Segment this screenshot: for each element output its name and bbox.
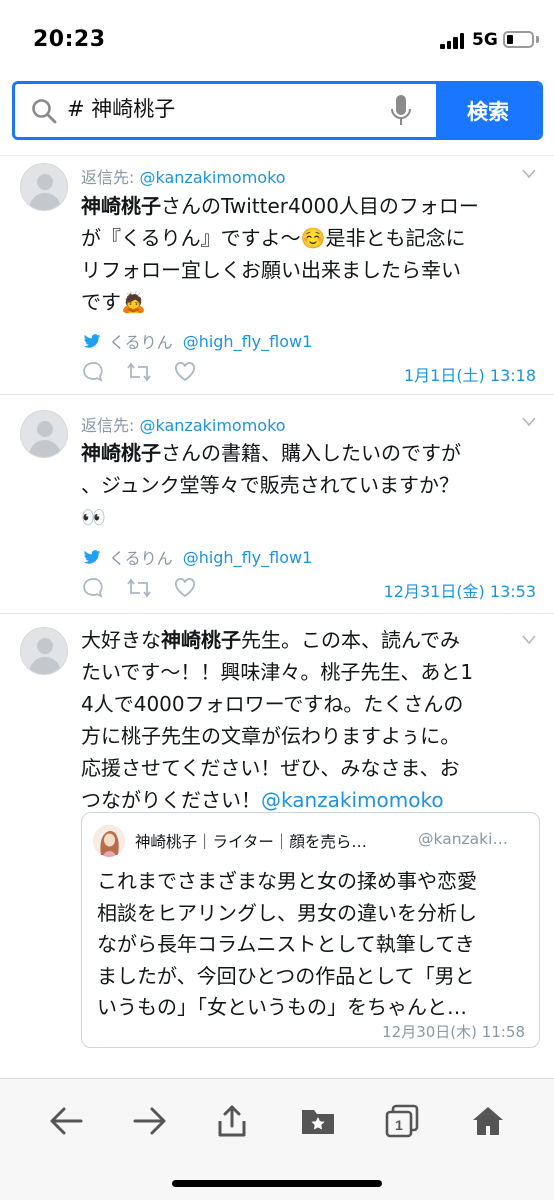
arrow-left-icon bbox=[50, 1107, 83, 1135]
retweet-icon[interactable] bbox=[126, 577, 152, 599]
reply-icon[interactable] bbox=[82, 361, 104, 383]
twitter-bird-icon bbox=[83, 549, 101, 564]
search-input[interactable] bbox=[67, 96, 367, 120]
search-field[interactable] bbox=[15, 84, 436, 137]
reply-to-label: 返信先: bbox=[81, 168, 140, 187]
quoted-tweet[interactable]: 神崎桃子｜ライター｜顔を売ら… @kanzaki… これまでさまざまな男と女の揉… bbox=[81, 812, 540, 1048]
text-line: 大好きな bbox=[81, 628, 161, 652]
bookmark-folder-icon bbox=[302, 1110, 334, 1134]
text-line: 応援させてください！ぜひ、みなさま、お bbox=[81, 756, 460, 780]
quoted-text: これまでさまざまな男と女の揉め事や恋愛 相談をヒアリングし、男女の違いを分析し … bbox=[97, 866, 527, 1024]
avatar[interactable] bbox=[20, 163, 68, 211]
search-icon bbox=[32, 99, 57, 124]
tweet[interactable]: 大好きな神崎桃子先生。この本、読んでみ たいです〜！！興味津々。桃子先生、あと1… bbox=[0, 615, 554, 1078]
via-retweeter[interactable]: くるりん @high_fly_flow1 bbox=[83, 545, 312, 569]
quoted-author-name[interactable]: 神崎桃子｜ライター｜顔を売ら… bbox=[135, 830, 367, 852]
reply-to: 返信先: @kanzakimomoko bbox=[81, 164, 286, 188]
via-name: くるりん bbox=[109, 549, 173, 568]
reply-to: 返信先: @kanzakimomoko bbox=[81, 412, 286, 436]
text-line: これまでさまざまな男と女の揉め事や恋愛 bbox=[97, 869, 477, 893]
text-line: たいです〜！！興味津々。桃子先生、あと1 bbox=[81, 660, 474, 684]
text-line: さんの書籍、購入したいのですが bbox=[161, 441, 461, 465]
share-button[interactable] bbox=[210, 1099, 254, 1143]
network-label: 5G bbox=[472, 30, 498, 50]
forward-button[interactable] bbox=[128, 1099, 172, 1143]
quoted-avatar[interactable] bbox=[93, 825, 125, 857]
highlight-keyword: 神崎桃子 bbox=[161, 628, 241, 652]
signal-icon bbox=[440, 32, 466, 49]
tweet-timestamp[interactable]: 1月1日(土) 13:18 bbox=[404, 362, 536, 386]
share-icon bbox=[218, 1105, 246, 1137]
quoted-author-handle: @kanzaki… bbox=[418, 830, 508, 848]
tweet[interactable]: 返信先: @kanzakimomoko 神崎桃子さんの書籍、購入したいのですが … bbox=[0, 396, 554, 614]
text-line: いうもの」「女というもの」をちゃんと… bbox=[97, 995, 467, 1019]
text-line: 相談をヒアリングし、男女の違いを分析し bbox=[97, 900, 477, 925]
tweet-text: 神崎桃子さんの書籍、購入したいのですが 、ジュンク堂等々で販売されていますか？ … bbox=[81, 437, 541, 533]
like-icon[interactable] bbox=[174, 362, 196, 382]
chevron-down-icon[interactable] bbox=[522, 417, 536, 427]
via-handle[interactable]: @high_fly_flow1 bbox=[183, 548, 313, 567]
text-line: 👀 bbox=[81, 505, 106, 529]
text-line: ましたが、今回ひとつの作品として「男と bbox=[97, 963, 475, 988]
home-icon bbox=[473, 1107, 503, 1135]
home-button[interactable] bbox=[466, 1099, 510, 1143]
quoted-avatar-illustration bbox=[93, 825, 125, 857]
tweet-text: 大好きな神崎桃子先生。この本、読んでみ たいです〜！！興味津々。桃子先生、あと1… bbox=[81, 624, 541, 816]
text-line: です🙇 bbox=[81, 290, 146, 314]
text-line: つながりください！ bbox=[81, 788, 261, 812]
tab-count: 1 bbox=[395, 1117, 403, 1133]
text-line: 先生。この本、読んでみ bbox=[241, 628, 460, 652]
text-line: 方に桃子先生の文章が伝わりますよぅに。 bbox=[81, 724, 461, 748]
tweet-text: 神崎桃子さんのTwitter4000人目のフォロー が『くるりん』ですよ〜☺️是… bbox=[81, 190, 541, 318]
status-time: 20:23 bbox=[33, 27, 106, 52]
status-bar: 20:23 5G bbox=[0, 0, 554, 78]
battery-icon bbox=[503, 31, 534, 48]
tabs-icon: 1 bbox=[385, 1104, 419, 1138]
avatar[interactable] bbox=[20, 627, 68, 675]
tweet-actions bbox=[82, 577, 218, 599]
back-button[interactable] bbox=[44, 1099, 88, 1143]
via-retweeter[interactable]: くるりん @high_fly_flow1 bbox=[83, 329, 312, 353]
avatar[interactable] bbox=[20, 410, 68, 458]
mention-link[interactable]: @kanzakimomoko bbox=[261, 788, 444, 812]
text-line: が『くるりん』ですよ〜☺️是非とも記念に bbox=[81, 226, 466, 250]
text-line: さんのTwitter4000人目のフォロー bbox=[161, 194, 479, 218]
tweet[interactable]: 返信先: @kanzakimomoko 神崎桃子さんのTwitter4000人目… bbox=[0, 156, 554, 395]
highlight-keyword: 神崎桃子 bbox=[81, 194, 161, 218]
reply-icon[interactable] bbox=[82, 577, 104, 599]
search-bar: 検索 bbox=[12, 81, 543, 140]
reply-to-label: 返信先: bbox=[81, 416, 140, 435]
chevron-down-icon[interactable] bbox=[522, 169, 536, 179]
reply-to-handle[interactable]: @kanzakimomoko bbox=[139, 168, 285, 187]
text-line: ながら長年コラムニストとして執筆してき bbox=[97, 932, 475, 956]
text-line: リフォロー宜しくお願い出来ましたら幸い bbox=[81, 258, 461, 282]
twitter-bird-icon bbox=[83, 333, 101, 348]
highlight-keyword: 神崎桃子 bbox=[81, 441, 161, 465]
bookmarks-button[interactable] bbox=[296, 1099, 340, 1143]
via-handle[interactable]: @high_fly_flow1 bbox=[183, 332, 313, 351]
home-indicator[interactable] bbox=[172, 1180, 382, 1187]
text-line: 4人で4000フォロワーですね。たくさんの bbox=[81, 692, 464, 716]
battery-cap bbox=[536, 36, 539, 43]
text-line: 、ジュンク堂等々で販売されていますか？ bbox=[81, 473, 459, 497]
quoted-timestamp: 12月30日(木) 11:58 bbox=[382, 1023, 525, 1041]
tweet-actions bbox=[82, 361, 218, 383]
like-icon[interactable] bbox=[174, 578, 196, 598]
microphone-icon[interactable] bbox=[390, 94, 412, 128]
retweet-icon[interactable] bbox=[126, 361, 152, 383]
reply-to-handle[interactable]: @kanzakimomoko bbox=[139, 416, 285, 435]
search-button[interactable]: 検索 bbox=[436, 84, 540, 137]
via-name: くるりん bbox=[109, 333, 173, 352]
tabs-button[interactable]: 1 bbox=[380, 1099, 424, 1143]
tweet-timestamp[interactable]: 12月31日(金) 13:53 bbox=[384, 578, 536, 602]
arrow-right-icon bbox=[133, 1107, 166, 1135]
